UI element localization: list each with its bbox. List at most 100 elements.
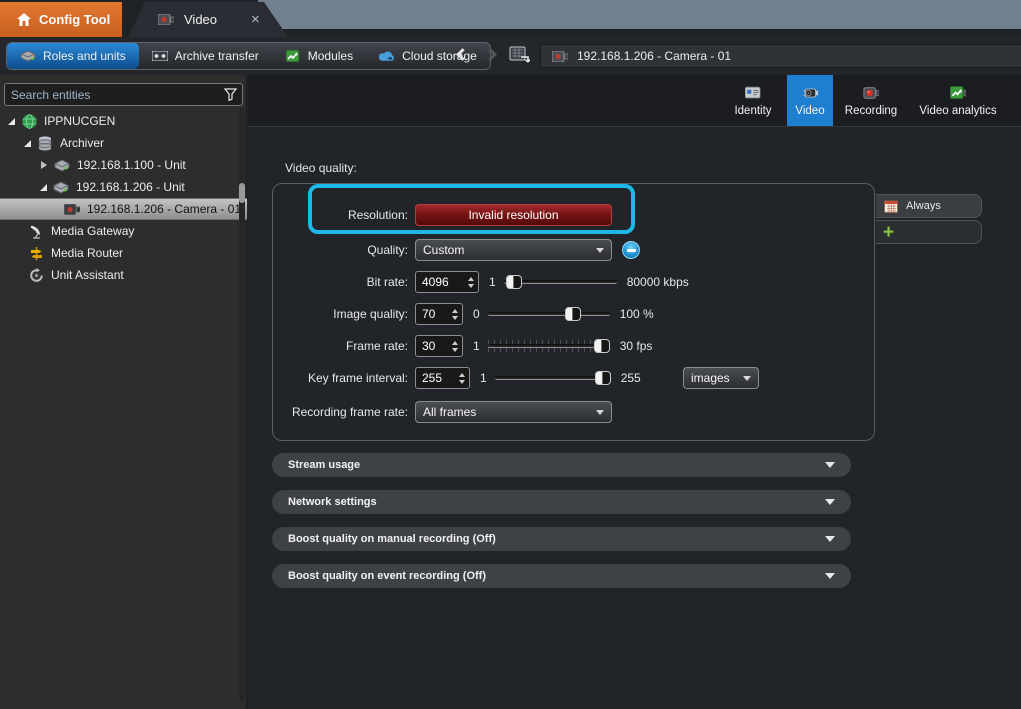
key-frame-interval-spinner[interactable]: 255 — [415, 367, 470, 389]
tab-video[interactable]: Video — [787, 75, 833, 126]
spin-down-icon[interactable] — [468, 284, 474, 291]
video-settings-page: Video quality: Resolution: Invalid resol… — [248, 127, 1021, 709]
archive-transfer-label: Archive transfer — [175, 49, 259, 63]
tree-item-unit-100[interactable]: 192.168.1.100 - Unit — [0, 154, 247, 176]
spin-up-icon[interactable] — [459, 370, 465, 377]
recording-frame-rate-dropdown[interactable]: All frames — [415, 401, 612, 423]
frame-rate-slider[interactable] — [488, 339, 610, 353]
roles-and-units-button[interactable]: Roles and units — [7, 43, 139, 69]
cloud-storage-button[interactable]: Cloud storage — [366, 43, 490, 69]
config-tool-label: Config Tool — [39, 12, 110, 27]
spin-down-icon[interactable] — [459, 380, 465, 387]
tree-item-media-gateway[interactable]: Media Gateway — [0, 220, 247, 242]
spin-up-icon[interactable] — [468, 274, 474, 281]
section-stream-usage[interactable]: Stream usage — [272, 453, 851, 477]
spin-up-icon[interactable] — [452, 338, 458, 345]
quality-dropdown[interactable]: Custom — [415, 239, 612, 261]
image-quality-slider[interactable] — [488, 307, 610, 321]
section-boost-manual-recording[interactable]: Boost quality on manual recording (Off) — [272, 527, 851, 551]
schedule-always-label: Always — [906, 200, 941, 212]
expander-open-icon[interactable] — [40, 184, 47, 191]
spinner-arrows[interactable] — [454, 368, 469, 388]
tab-identity[interactable]: Identity — [720, 75, 786, 126]
tab-recording[interactable]: Recording — [835, 75, 907, 126]
spin-down-icon[interactable] — [452, 316, 458, 323]
tree-item-media-router[interactable]: Media Router — [0, 242, 247, 264]
image-quality-value: 70 — [416, 304, 447, 324]
modules-button[interactable]: Modules — [272, 43, 366, 69]
back-icon[interactable] — [458, 50, 467, 59]
unit-box-icon — [53, 179, 69, 195]
tree-item-system[interactable]: IPPNUCGEN — [0, 110, 247, 132]
frame-rate-spinner[interactable]: 30 — [415, 335, 463, 357]
key-frame-interval-value: 255 — [416, 368, 454, 388]
config-tool-tab[interactable]: Config Tool — [0, 2, 122, 37]
window-titlebar-strip — [258, 0, 1021, 29]
key-frame-interval-row: Key frame interval: 255 1 255 images — [273, 367, 874, 389]
video-camera-icon — [802, 85, 818, 101]
copy-configuration-icon[interactable] — [509, 45, 530, 68]
tab-video-analytics[interactable]: Video analytics — [908, 75, 1008, 126]
slider-thumb[interactable] — [595, 371, 611, 385]
chevron-down-icon — [596, 410, 604, 419]
search-input[interactable] — [5, 88, 222, 102]
tree-label: Archiver — [60, 136, 104, 150]
tree-label: IPPNUCGEN — [44, 114, 115, 128]
tree-item-unit-206[interactable]: 192.168.1.206 - Unit — [0, 176, 247, 198]
bit-rate-min: 1 — [489, 275, 496, 289]
image-quality-spinner[interactable]: 70 — [415, 303, 463, 325]
tree-label: 192.168.1.206 - Unit — [76, 180, 185, 194]
tree-label: Media Gateway — [51, 224, 134, 238]
camera-icon — [64, 201, 80, 217]
spinner-arrows[interactable] — [447, 336, 462, 356]
tab-partial-clipped[interactable]: P — [1010, 75, 1021, 126]
expander-closed-icon[interactable] — [41, 161, 47, 169]
expander-open-icon[interactable] — [8, 118, 15, 125]
key-frame-interval-max: 255 — [621, 371, 641, 385]
unit-assistant-icon — [28, 267, 44, 283]
schedule-add-tab[interactable]: + — [876, 220, 982, 244]
spin-down-icon[interactable] — [452, 348, 458, 355]
roles-and-units-label: Roles and units — [43, 49, 126, 63]
tree-item-unit-assistant[interactable]: Unit Assistant — [0, 264, 247, 286]
key-frame-interval-slider[interactable] — [495, 371, 611, 385]
bit-rate-spinner[interactable]: 4096 — [415, 271, 479, 293]
expander-open-icon[interactable] — [24, 140, 31, 147]
modules-label: Modules — [308, 49, 353, 63]
slider-thumb[interactable] — [565, 307, 581, 321]
system-globe-icon — [21, 113, 37, 129]
spinner-arrows[interactable] — [463, 272, 478, 292]
image-quality-label: Image quality: — [273, 307, 408, 321]
schedule-tab-always[interactable]: Always — [876, 194, 982, 218]
video-document-tab[interactable]: Video × — [128, 2, 288, 37]
spin-up-icon[interactable] — [452, 306, 458, 313]
bit-rate-value: 4096 — [416, 272, 463, 292]
section-boost-event-recording[interactable]: Boost quality on event recording (Off) — [272, 564, 851, 588]
search-box[interactable] — [4, 83, 243, 106]
sidebar-scrollbar-thumb[interactable] — [239, 183, 245, 203]
frame-rate-row: Frame rate: 30 1 30 fps — [273, 335, 652, 357]
spinner-arrows[interactable] — [447, 304, 462, 324]
archive-transfer-button[interactable]: Archive transfer — [139, 43, 272, 69]
unit-box-icon — [20, 48, 36, 64]
chevron-down-icon — [825, 499, 835, 510]
entity-tab-strip: Identity Video Recording Video analytics… — [248, 75, 1021, 127]
filter-funnel-icon[interactable] — [222, 87, 238, 103]
slider-thumb[interactable] — [506, 275, 522, 289]
bit-rate-slider[interactable] — [504, 275, 617, 289]
breadcrumb[interactable]: 192.168.1.206 - Camera - 01 — [540, 44, 1021, 68]
tree-item-camera-01-selected[interactable]: 192.168.1.206 - Camera - 01 — [0, 198, 247, 220]
section-network-settings[interactable]: Network settings — [272, 490, 851, 514]
recording-frame-rate-row: Recording frame rate: All frames — [273, 401, 612, 423]
key-frame-unit-dropdown[interactable]: images — [683, 367, 759, 389]
unit-box-icon — [54, 157, 70, 173]
video-quality-section-label: Video quality: — [285, 161, 357, 175]
close-icon[interactable]: × — [251, 11, 260, 28]
minus-icon — [627, 249, 636, 252]
remove-custom-quality-button[interactable] — [622, 241, 640, 259]
tree-label: Unit Assistant — [51, 268, 124, 282]
slider-thumb[interactable] — [594, 339, 610, 353]
tree-item-archiver[interactable]: Archiver — [0, 132, 247, 154]
forward-icon[interactable] — [486, 50, 495, 59]
chevron-down-icon — [825, 462, 835, 473]
